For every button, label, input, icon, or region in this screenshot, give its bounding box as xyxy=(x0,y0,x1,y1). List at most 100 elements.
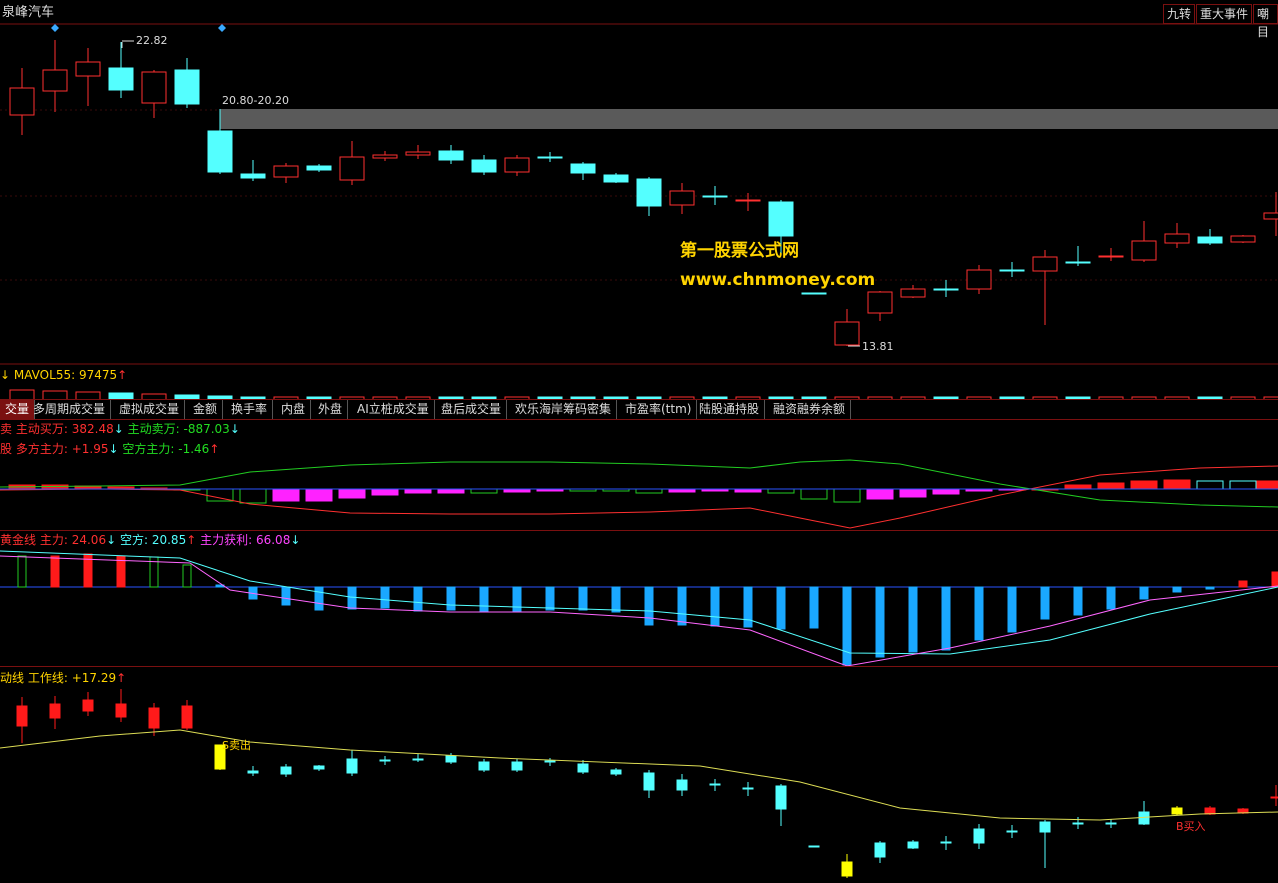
work-candle xyxy=(643,770,655,798)
tab-chip-density[interactable]: 欢乐海岸筹码密集 xyxy=(510,400,618,419)
tab-multi-period-volume[interactable]: 多周期成交量 xyxy=(28,400,112,419)
price-candle xyxy=(537,152,563,162)
work-candle xyxy=(115,689,127,722)
price-candle xyxy=(438,145,464,164)
golden-line-bar xyxy=(1040,586,1050,620)
golden-line-bar xyxy=(743,586,753,628)
work-candle xyxy=(82,692,94,716)
golden-line-bar xyxy=(413,586,423,612)
price-candle xyxy=(108,42,134,98)
golden-line-chart[interactable] xyxy=(0,548,1278,666)
bear-side-label: 空方: xyxy=(119,533,149,547)
tab-margin-balance[interactable]: 融资融券余额 xyxy=(768,400,852,419)
price-candle xyxy=(504,155,530,176)
price-candle xyxy=(801,292,827,295)
price-candle xyxy=(1065,246,1091,266)
main-force-label: 主力: xyxy=(39,533,68,547)
price-candle xyxy=(75,48,101,106)
price-candle xyxy=(1263,192,1278,236)
work-candle xyxy=(1270,785,1278,806)
tab-outer-disk[interactable]: 外盘 xyxy=(313,400,349,419)
price-candle xyxy=(1164,223,1190,248)
money-flow-bar xyxy=(1229,480,1257,490)
buy-signal-label: B买入 xyxy=(1176,820,1206,833)
work-candle xyxy=(940,836,952,850)
work-candle xyxy=(1171,806,1183,815)
work-candle xyxy=(280,764,292,777)
money-flow-bar xyxy=(635,488,663,494)
price-candle xyxy=(603,173,629,183)
money-flow-bar xyxy=(404,488,432,494)
work-candle xyxy=(808,845,820,848)
volume-bars xyxy=(9,389,1278,400)
golden-line-bar xyxy=(347,586,357,610)
golden-line-bar xyxy=(50,555,60,588)
money-flow-chart[interactable] xyxy=(0,418,1278,530)
tab-northbound-holding[interactable]: 陆股通持股 xyxy=(694,400,766,419)
tab-pe-ttm[interactable]: 市盈率(ttm) xyxy=(620,400,698,419)
indicator3-legend: 黄金线 主力: 24.06↓ 空方: 20.85↑ 主力获利: 66.08↓ xyxy=(0,533,300,547)
golden-line-bar xyxy=(182,564,192,588)
watermark-url: www.chnmoney.com xyxy=(680,270,876,290)
work-candle xyxy=(1006,825,1018,838)
tab-after-hours-volume[interactable]: 盘后成交量 xyxy=(436,400,508,419)
money-flow-bar xyxy=(899,488,927,498)
golden-line-bar xyxy=(941,586,951,651)
golden-line-bar xyxy=(578,586,588,611)
money-flow-bar xyxy=(1130,480,1158,490)
price-candle xyxy=(636,177,662,216)
golden-line-bar xyxy=(545,586,555,611)
price-chart[interactable] xyxy=(0,0,1278,400)
main-force-arrow: ↓ xyxy=(106,533,117,547)
work-candle xyxy=(874,841,886,863)
money-flow-bar xyxy=(1163,479,1191,490)
gap-range-label: 20.80-20.20 xyxy=(222,94,289,107)
golden-line-bar xyxy=(1271,571,1278,588)
work-candle xyxy=(709,779,721,791)
work-candle xyxy=(478,759,490,772)
money-flow-bar xyxy=(767,488,795,494)
golden-line-bar xyxy=(281,586,291,606)
tab-virtual-volume[interactable]: 虚拟成交量 xyxy=(114,400,186,419)
low-price-label: 13.81 xyxy=(862,340,894,353)
work-line-chart[interactable] xyxy=(0,686,1278,883)
work-candle xyxy=(907,840,919,849)
golden-line-bar xyxy=(908,586,918,653)
indicator4-legend: 动线 工作线: +17.29↑ xyxy=(0,671,126,685)
price-candle xyxy=(174,58,200,108)
golden-line-bar xyxy=(809,586,819,629)
high-price-label: 22.82 xyxy=(136,34,168,47)
golden-line-bar xyxy=(1205,586,1215,590)
tab-inner-disk[interactable]: 内盘 xyxy=(276,400,312,419)
work-candle xyxy=(544,758,556,766)
price-candle xyxy=(372,151,398,161)
indicator4-prefix: 动线 xyxy=(0,671,25,685)
golden-line-bar xyxy=(875,586,885,658)
price-candle xyxy=(273,163,299,183)
work-candle xyxy=(412,754,424,762)
price-candle xyxy=(240,160,266,181)
work-candle xyxy=(346,750,358,776)
work-candle xyxy=(610,768,622,776)
golden-line-bar xyxy=(974,586,984,641)
price-candle xyxy=(306,164,332,172)
bear-side-arrow: ↑ xyxy=(186,533,197,547)
main-profit-arrow: ↓ xyxy=(290,533,301,547)
price-candle xyxy=(999,262,1025,277)
golden-line-bar xyxy=(1238,580,1248,588)
golden-line-bar xyxy=(611,586,621,613)
tab-ai-volume[interactable]: AI立桩成交量 xyxy=(352,400,435,419)
golden-line-bar xyxy=(1073,586,1083,616)
golden-line-bar xyxy=(446,586,456,611)
golden-line-bar xyxy=(677,586,687,626)
work-candle xyxy=(247,766,259,776)
indicator-tab-bar: 交量 多周期成交量 虚拟成交量 金额 换手率 内盘 外盘 AI立桩成交量 盘后成… xyxy=(0,399,1278,420)
money-flow-bar xyxy=(1097,482,1125,490)
diamond-marker-icon xyxy=(51,24,59,32)
tab-amount[interactable]: 金额 xyxy=(188,400,224,419)
work-candle xyxy=(16,697,28,743)
money-flow-bar xyxy=(800,488,828,500)
tab-turnover[interactable]: 换手率 xyxy=(226,400,274,419)
price-candle xyxy=(669,183,695,214)
price-candle xyxy=(867,291,893,321)
